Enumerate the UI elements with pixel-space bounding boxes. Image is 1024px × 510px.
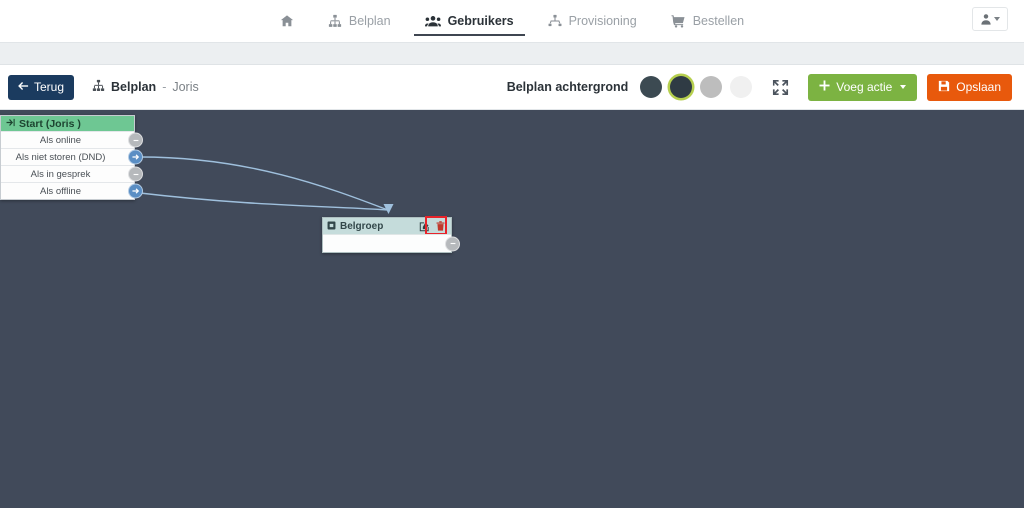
node-start-row-busy[interactable]: Als in gesprek [1, 165, 143, 182]
node-start-header[interactable]: Start (Joris ) [1, 116, 134, 131]
breadcrumb-subject: Joris [172, 80, 199, 94]
swatch-dark-slate[interactable] [640, 76, 663, 98]
back-button-label: Terug [34, 80, 65, 94]
chevron-down-icon [994, 17, 1000, 21]
separator-band [0, 42, 1024, 65]
user-menu-button[interactable] [972, 7, 1008, 31]
row-label: Als in gesprek [30, 168, 91, 180]
node-start-row-online[interactable]: Als online [1, 131, 143, 148]
nav-provisioning[interactable]: Provisioning [531, 0, 654, 42]
users-icon [424, 14, 441, 28]
row-label: Als online [39, 134, 82, 146]
node-start-title: Start (Joris ) [19, 117, 81, 130]
top-navigation-bar: Belplan Gebruikers Provisioning Bestelle… [0, 0, 1024, 42]
swatch-light[interactable] [730, 76, 753, 98]
swatch-grey[interactable] [700, 76, 723, 98]
save-button-label: Opslaan [956, 80, 1001, 94]
swatch-dark-navy[interactable] [670, 76, 693, 98]
breadcrumb-title: Belplan [111, 80, 157, 94]
row-label: Als offline [39, 185, 81, 197]
nav-bestellen-label: Bestellen [692, 14, 745, 28]
expand-arrows-icon[interactable] [768, 75, 792, 99]
node-belgroep-header[interactable]: Belgroep [323, 216, 451, 235]
nav-provisioning-label: Provisioning [568, 14, 637, 28]
breadcrumb-separator: - [162, 80, 167, 94]
connector-edges [139, 156, 394, 214]
background-swatches [640, 76, 753, 98]
node-start-row-offline[interactable]: Als offline [1, 182, 143, 199]
network-icon [548, 14, 562, 28]
back-button[interactable]: Terug [8, 74, 75, 100]
nav-gebruikers[interactable]: Gebruikers [408, 0, 531, 42]
arrow-right-circle-icon[interactable] [128, 183, 143, 199]
nav-home[interactable] [263, 0, 311, 42]
plus-icon [819, 80, 830, 94]
chevron-down-icon [900, 85, 907, 89]
flow-canvas[interactable]: Start (Joris ) Als online Als niet store… [0, 110, 1024, 508]
cart-icon [671, 14, 686, 28]
row-label: Als niet storen (DND) [15, 151, 106, 163]
nav-gebruikers-label: Gebruikers [447, 14, 514, 28]
node-belgroep[interactable]: Belgroep [322, 216, 460, 253]
add-action-button[interactable]: Voeg actie [808, 73, 918, 101]
node-start-row-dnd[interactable]: Als niet storen (DND) [1, 148, 143, 165]
toolbar-right-group: Belplan achtergrond Voeg actie Opslaan [506, 73, 1012, 101]
node-start[interactable]: Start (Joris ) Als online Als niet store… [0, 115, 143, 200]
nav-belplan-label: Belplan [348, 14, 391, 28]
node-belgroep-body[interactable] [323, 234, 460, 252]
node-header-actions [418, 220, 447, 232]
main-nav: Belplan Gebruikers Provisioning Bestelle… [263, 0, 761, 42]
floppy-save-icon [938, 80, 950, 95]
node-belgroep-title: Belgroep [340, 220, 384, 232]
minus-circle-icon[interactable] [128, 132, 143, 148]
action-toolbar: Terug Belplan - Joris Belplan achtergron… [0, 65, 1024, 110]
nav-belplan[interactable]: Belplan [311, 0, 408, 42]
edit-pencil-square-icon[interactable] [418, 220, 431, 232]
minus-circle-icon[interactable] [445, 236, 460, 251]
user-icon [980, 13, 992, 25]
add-action-label: Voeg actie [836, 80, 893, 94]
background-label: Belplan achtergrond [506, 80, 629, 94]
phone-group-icon [327, 217, 336, 235]
arrow-left-icon [18, 80, 29, 94]
minus-circle-icon[interactable] [128, 166, 143, 182]
breadcrumb: Belplan - Joris [92, 79, 199, 95]
sitemap-icon [328, 14, 342, 28]
sign-in-icon [6, 118, 15, 130]
sitemap-icon [92, 79, 105, 95]
save-button[interactable]: Opslaan [927, 73, 1012, 101]
trash-icon[interactable] [434, 221, 447, 232]
arrow-right-circle-icon[interactable] [128, 149, 143, 165]
nav-bestellen[interactable]: Bestellen [654, 0, 761, 42]
home-icon [280, 14, 294, 28]
